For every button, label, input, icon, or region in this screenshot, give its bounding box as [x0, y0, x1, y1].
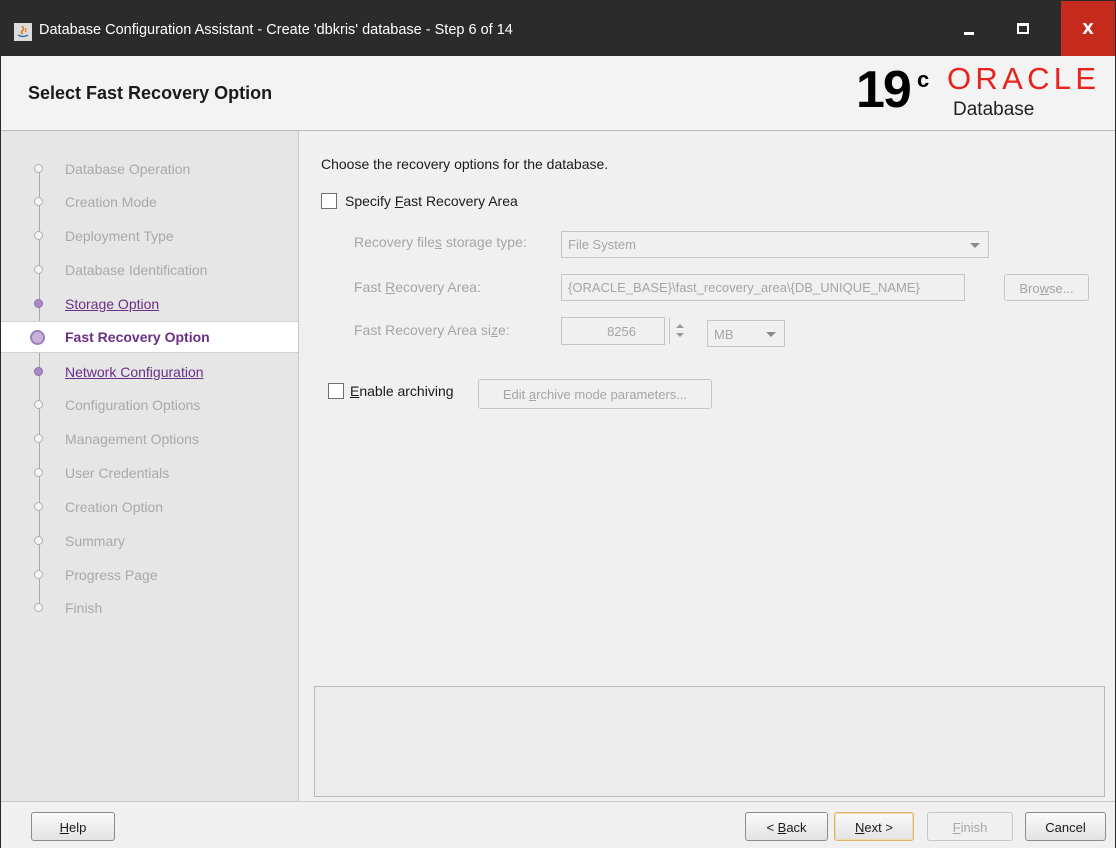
- maximize-button[interactable]: [997, 1, 1049, 56]
- step-node-icon: [34, 434, 43, 443]
- fra-size-input[interactable]: 8256: [561, 317, 665, 345]
- fra-size-unit-select[interactable]: MB: [707, 320, 785, 347]
- step-label: Configuration Options: [65, 397, 201, 413]
- java-app-icon: [14, 23, 32, 41]
- footer-bar: Help < Back Next > Finish Cancel: [1, 801, 1115, 848]
- step-navigator: Database Operation Creation Mode Deploymen…: [1, 131, 299, 801]
- storage-type-label: Recovery files storage type:: [354, 234, 527, 250]
- instruction-text: Choose the recovery options for the data…: [321, 156, 609, 172]
- storage-type-select[interactable]: File System: [561, 231, 989, 258]
- step-label: Creation Mode: [65, 194, 157, 210]
- storage-type-value: File System: [568, 237, 636, 252]
- next-button[interactable]: Next >: [834, 812, 914, 841]
- step-node-icon: [34, 603, 43, 612]
- step-label: User Credentials: [65, 465, 170, 481]
- step-label: Management Options: [65, 431, 199, 447]
- step-node-icon: [34, 400, 43, 409]
- chevron-down-icon: [766, 332, 776, 337]
- title-bar: Database Configuration Assistant - Creat…: [1, 1, 1115, 56]
- step-node-icon: [34, 299, 43, 308]
- finish-button[interactable]: Finish: [927, 812, 1013, 841]
- cancel-button[interactable]: Cancel: [1025, 812, 1106, 841]
- fra-size-unit-value: MB: [714, 327, 734, 342]
- dbca-window: Database Configuration Assistant - Creat…: [0, 0, 1116, 848]
- spin-down-icon[interactable]: [676, 333, 684, 337]
- step-node-icon: [34, 570, 43, 579]
- page-title: Select Fast Recovery Option: [28, 83, 273, 103]
- step-node-icon: [34, 367, 43, 376]
- version-number: 19: [856, 61, 912, 119]
- chevron-down-icon: [970, 243, 980, 248]
- enable-archiving-checkbox[interactable]: [328, 383, 344, 399]
- maximize-icon: [1017, 23, 1029, 34]
- step-item-creation-mode: Creation Mode: [1, 186, 298, 218]
- enable-archiving-label[interactable]: Enable archiving: [350, 383, 454, 399]
- step-item-finish: Finish: [1, 592, 298, 624]
- step-label: Database Identification: [65, 262, 208, 278]
- step-label: Finish: [65, 600, 103, 616]
- close-icon: X: [1082, 19, 1094, 38]
- step-node-icon: [34, 468, 43, 477]
- step-node-icon: [34, 536, 43, 545]
- page-header: Select Fast Recovery Option 19 c ORACLE …: [1, 56, 1115, 131]
- step-label: Creation Option: [65, 499, 164, 515]
- step-item-network-configuration[interactable]: Network Configuration: [1, 356, 298, 388]
- help-button[interactable]: Help: [31, 812, 115, 841]
- minimize-button[interactable]: [943, 1, 995, 56]
- specify-fra-checkbox[interactable]: [321, 193, 337, 209]
- main-panel: Choose the recovery options for the data…: [299, 131, 1115, 801]
- step-label: Storage Option: [65, 296, 160, 312]
- step-node-icon: [34, 164, 43, 173]
- step-node-icon: [34, 231, 43, 240]
- window-title: Database Configuration Assistant - Creat…: [39, 22, 513, 38]
- step-item-fast-recovery-option: Fast Recovery Option: [1, 321, 298, 353]
- browse-button[interactable]: Browse...: [1004, 274, 1089, 301]
- step-label: Summary: [65, 533, 125, 549]
- fra-location-label: Fast Recovery Area:: [354, 279, 481, 295]
- step-item-database-identification: Database Identification: [1, 254, 298, 286]
- svg-text:ORACLE: ORACLE: [947, 62, 1097, 96]
- step-item-management-options: Management Options: [1, 423, 298, 455]
- spin-up-icon[interactable]: [676, 324, 684, 328]
- step-label: Progress Page: [65, 567, 158, 583]
- step-label: Deployment Type: [65, 228, 174, 244]
- edit-archive-params-button[interactable]: Edit archive mode parameters...: [478, 379, 712, 409]
- minimize-icon: [964, 32, 974, 35]
- fra-size-label: Fast Recovery Area size:: [354, 322, 510, 338]
- step-node-icon: [34, 197, 43, 206]
- specify-fra-label[interactable]: Specify Fast Recovery Area: [345, 193, 518, 209]
- step-node-icon: [34, 265, 43, 274]
- step-item-database-operation: Database Operation: [1, 153, 298, 185]
- step-item-creation-option: Creation Option: [1, 491, 298, 523]
- step-node-icon: [34, 502, 43, 511]
- step-item-configuration-options: Configuration Options: [1, 389, 298, 421]
- fra-size-spinner[interactable]: [669, 318, 692, 344]
- step-label: Database Operation: [65, 161, 191, 177]
- step-item-deployment-type: Deployment Type: [1, 220, 298, 252]
- step-label: Network Configuration: [65, 364, 204, 380]
- step-item-progress-page: Progress Page: [1, 559, 298, 591]
- step-item-user-credentials: User Credentials: [1, 457, 298, 489]
- message-area: [314, 686, 1105, 797]
- version-suffix: c: [917, 67, 930, 92]
- product-name: Database: [953, 99, 1035, 120]
- step-node-icon: [30, 330, 45, 345]
- oracle-wordmark: ORACLE: [947, 62, 1097, 96]
- fra-location-input[interactable]: {ORACLE_BASE}\fast_recovery_area\{DB_UNI…: [561, 274, 965, 301]
- close-button[interactable]: X: [1061, 1, 1115, 56]
- oracle-19c-logo: 19 c ORACLE Database: [856, 61, 1106, 126]
- back-button[interactable]: < Back: [745, 812, 828, 841]
- step-label: Fast Recovery Option: [65, 329, 210, 345]
- step-item-storage-option[interactable]: Storage Option: [1, 288, 298, 320]
- step-item-summary: Summary: [1, 525, 298, 557]
